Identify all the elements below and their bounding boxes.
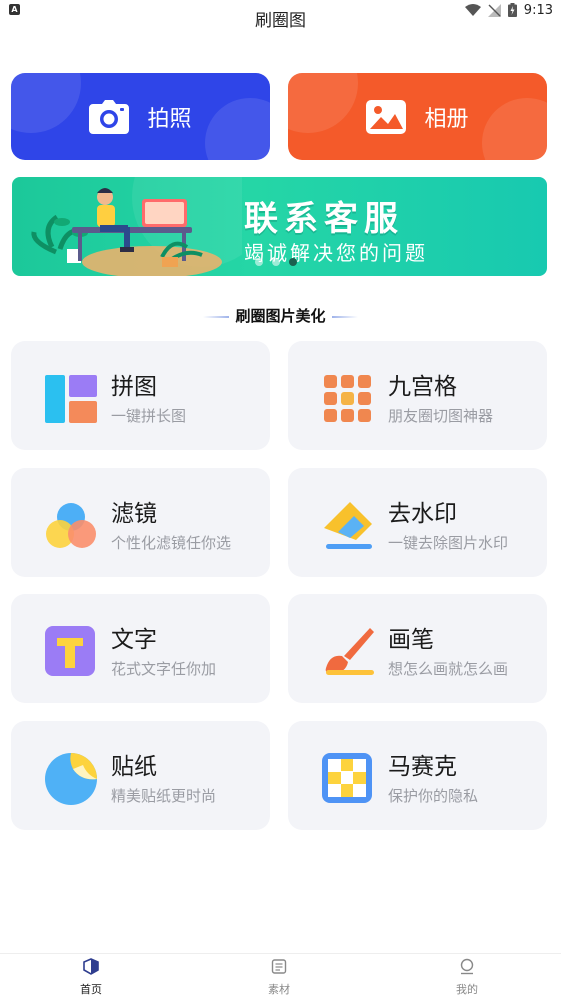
tool-card-sticker[interactable]: 贴纸 精美贴纸更时尚 — [11, 721, 270, 830]
tool-name: 马赛克 — [388, 754, 457, 780]
tool-desc: 个性化滤镜任你选 — [111, 534, 232, 552]
album-button[interactable]: 相册 — [288, 73, 547, 160]
eraser-icon — [324, 502, 372, 549]
album-button-label: 相册 — [424, 106, 469, 132]
profile-icon — [460, 958, 474, 975]
page-title: 刷圈图 — [255, 11, 306, 31]
camera-button[interactable]: 拍照 — [11, 73, 270, 160]
section-title-text: 刷圈图片美化 — [235, 307, 326, 325]
tool-name: 文字 — [111, 627, 157, 653]
tool-desc: 朋友圈切图神器 — [388, 407, 494, 425]
home-icon — [83, 958, 99, 975]
tool-name: 拼图 — [111, 374, 157, 400]
tool-name: 九宫格 — [388, 374, 457, 400]
divider — [203, 315, 230, 318]
brush-icon — [325, 628, 374, 675]
tool-card-text[interactable]: 文字 花式文字任你加 — [11, 594, 270, 703]
mosaic-icon — [322, 753, 372, 803]
banner-illustration — [31, 177, 242, 276]
grid-icon — [324, 375, 371, 422]
tool-desc: 花式文字任你加 — [111, 660, 217, 678]
tool-desc: 保护你的隐私 — [388, 787, 479, 805]
materials-icon — [271, 959, 287, 974]
image-icon — [366, 99, 407, 134]
tab-label: 素材 — [268, 983, 290, 996]
tool-name: 画笔 — [388, 627, 434, 653]
tool-card-filter[interactable]: 滤镜 个性化滤镜任你选 — [11, 468, 270, 577]
tool-desc: 一键拼长图 — [111, 407, 187, 425]
tool-card-mosaic[interactable]: 马赛克 保护你的隐私 — [288, 721, 547, 830]
tool-desc: 精美贴纸更时尚 — [111, 787, 217, 805]
tool-desc: 一键去除图片水印 — [388, 534, 509, 552]
tool-card-brush[interactable]: 画笔 想怎么画就怎么画 — [288, 594, 547, 703]
carousel-dot-active[interactable] — [289, 258, 297, 266]
camera-button-label: 拍照 — [147, 106, 192, 132]
bottom-tab-bar: 首页 素材 我的 — [0, 953, 561, 998]
collage-icon — [45, 375, 97, 423]
sticker-icon — [45, 753, 97, 805]
tab-home[interactable]: 首页 — [51, 958, 131, 997]
filter-icon — [46, 503, 96, 548]
tool-card-collage[interactable]: 拼图 一键拼长图 — [11, 341, 270, 450]
tool-card-grid[interactable]: 九宫格 朋友圈切图神器 — [288, 341, 547, 450]
tool-name: 去水印 — [388, 501, 457, 527]
section-title: 刷圈图片美化 — [0, 305, 561, 326]
tab-label: 我的 — [456, 983, 478, 996]
text-icon — [45, 626, 95, 676]
tool-name: 滤镜 — [111, 501, 157, 527]
tool-card-watermark[interactable]: 去水印 一键去除图片水印 — [288, 468, 547, 577]
tab-materials[interactable]: 素材 — [239, 958, 319, 997]
carousel-dot[interactable] — [255, 258, 263, 266]
carousel-dot[interactable] — [272, 258, 280, 266]
carousel-indicator[interactable] — [255, 258, 297, 266]
tab-label: 首页 — [80, 983, 102, 996]
camera-icon — [89, 99, 130, 134]
banner-title: 联系客服 — [244, 199, 404, 239]
tool-desc: 想怎么画就怎么画 — [388, 660, 509, 678]
tool-name: 贴纸 — [111, 754, 157, 780]
tab-profile[interactable]: 我的 — [427, 958, 507, 997]
divider — [331, 315, 358, 318]
customer-service-banner[interactable]: 联系客服 竭诚解决您的问题 — [12, 177, 547, 276]
